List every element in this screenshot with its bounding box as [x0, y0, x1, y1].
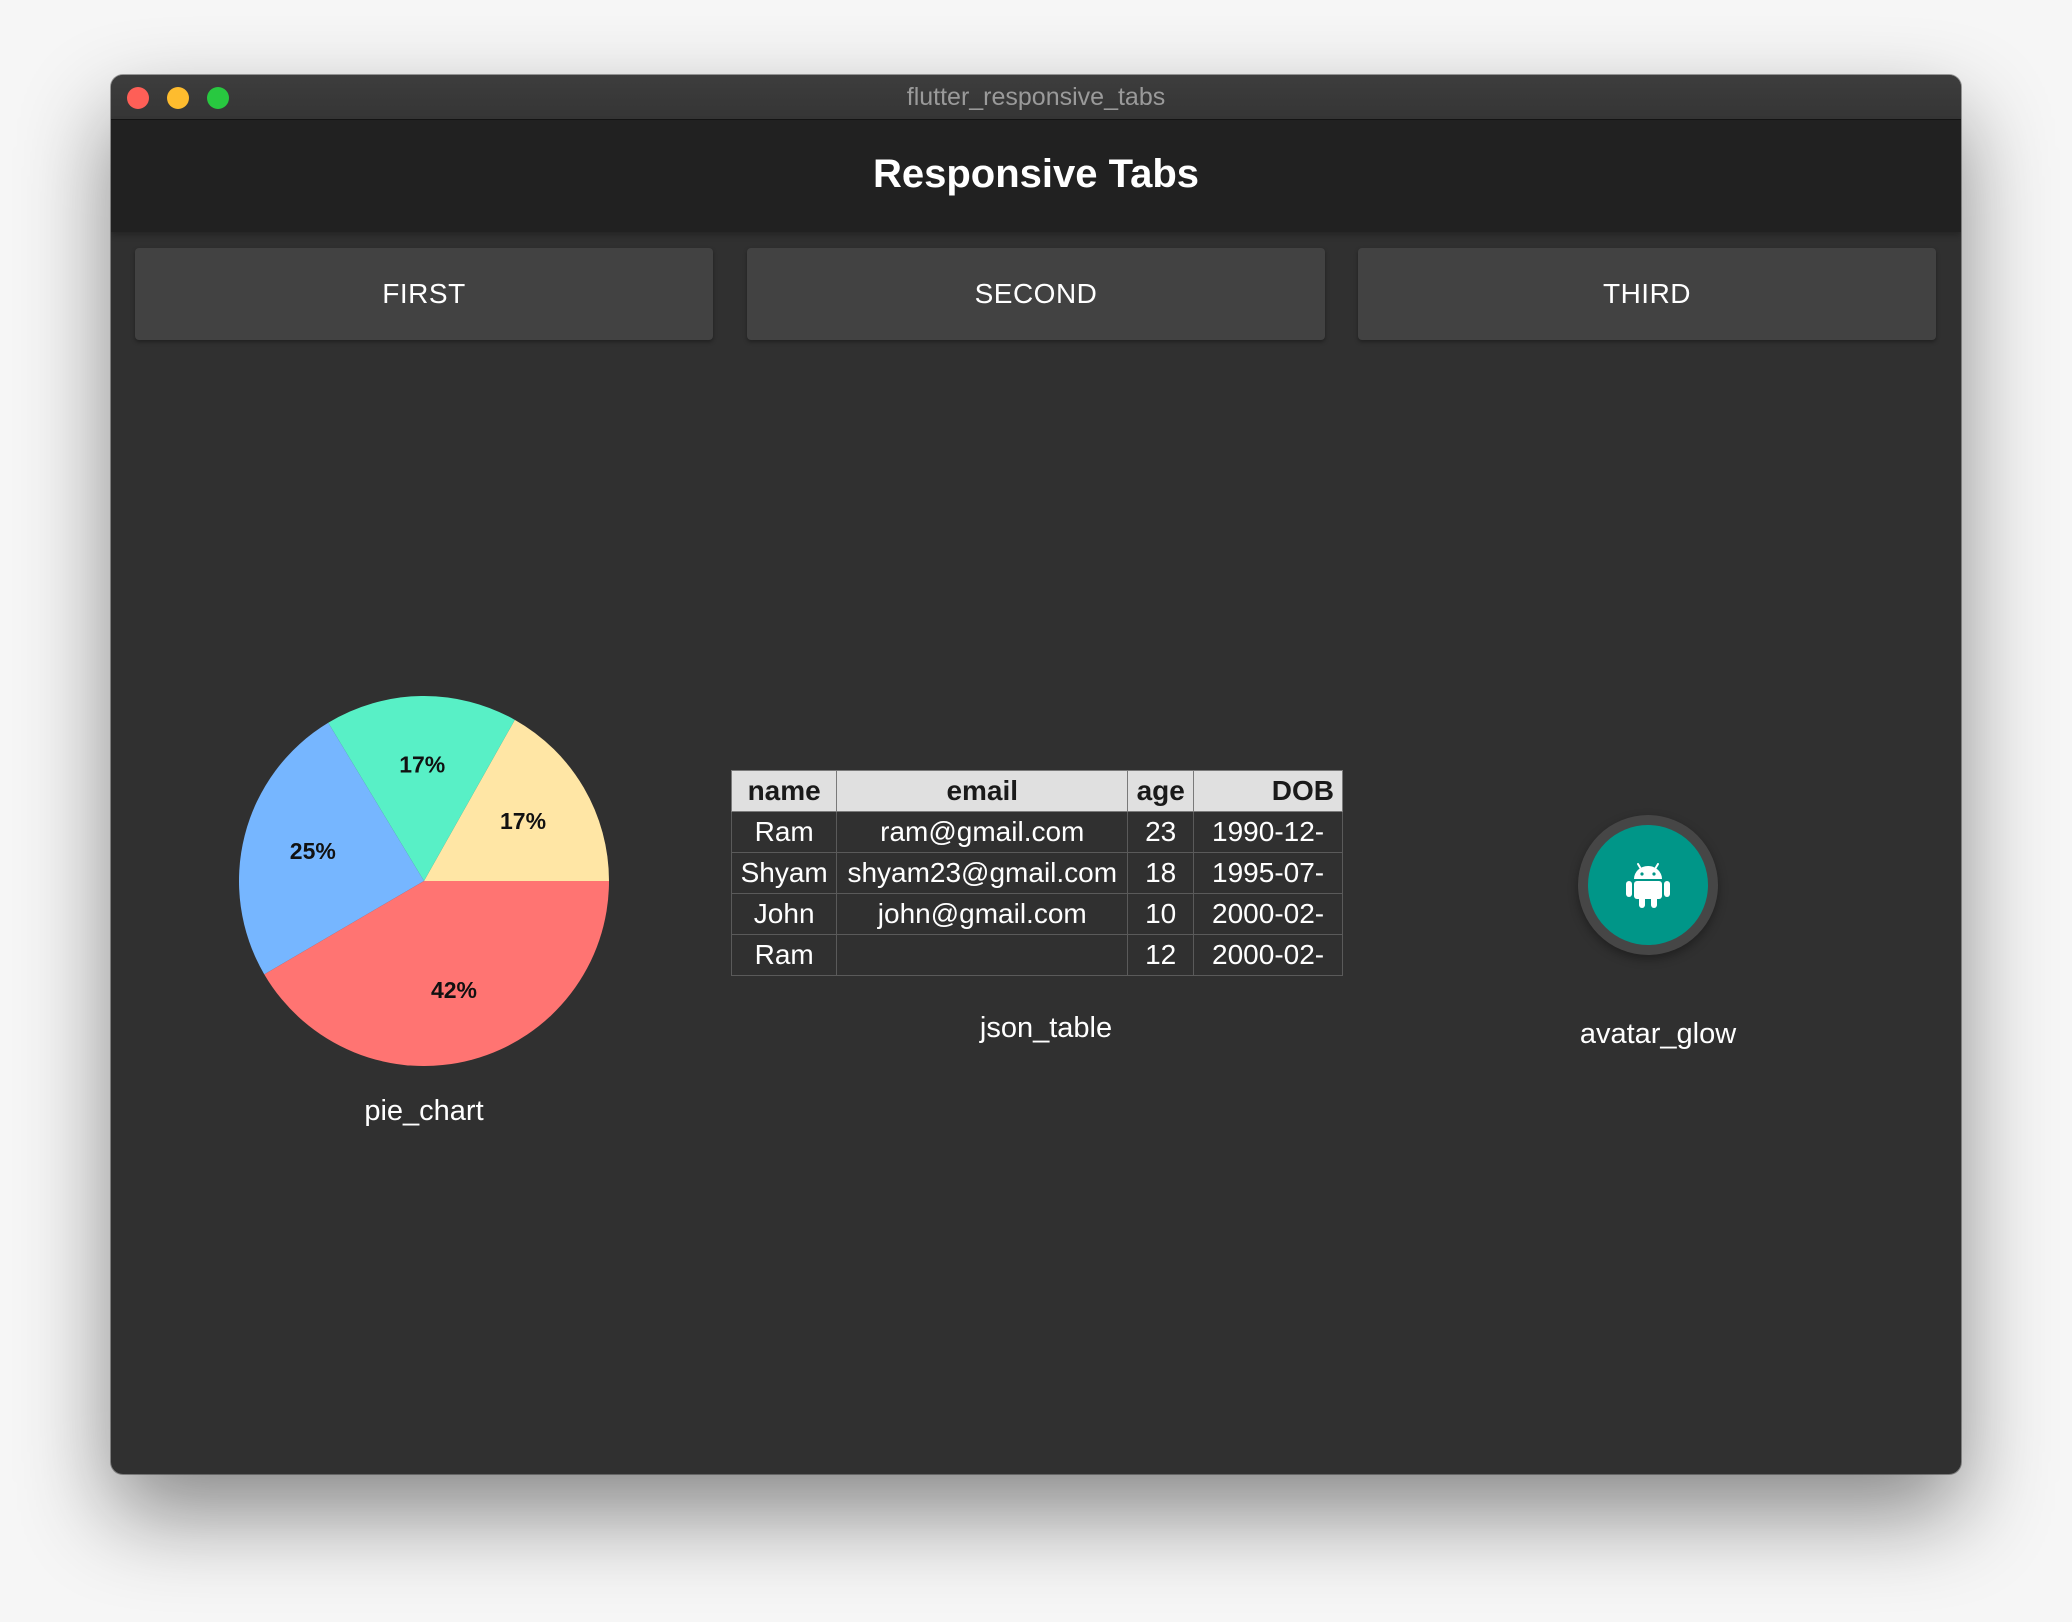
- cell-age: 10: [1127, 893, 1195, 935]
- cell-dob: 2000-02-: [1193, 893, 1343, 935]
- avatar[interactable]: [1588, 825, 1708, 945]
- tab-first[interactable]: FIRST: [135, 248, 713, 340]
- cell-email: [836, 934, 1129, 976]
- column-header-name[interactable]: name: [731, 770, 838, 812]
- pie-chart: 17% 17% 25% 42%: [239, 696, 609, 1066]
- column-header-email[interactable]: email: [836, 770, 1129, 812]
- pie-chart-caption: pie_chart: [364, 1095, 484, 1127]
- cell-dob: 2000-02-: [1193, 934, 1343, 976]
- cell-dob: 1990-12-: [1193, 811, 1343, 853]
- cell-name: John: [731, 893, 838, 935]
- table-row: Shyam shyam23@gmail.com 18 1995-07-: [731, 852, 1343, 894]
- pie-chart-svg: 17% 17% 25% 42%: [239, 696, 609, 1066]
- android-icon: [1626, 863, 1670, 908]
- cell-name: Ram: [731, 934, 838, 976]
- table-row: Ram ram@gmail.com 23 1990-12-: [731, 811, 1343, 853]
- cell-age: 12: [1127, 934, 1195, 976]
- avatar-glow[interactable]: [1578, 815, 1718, 955]
- cell-email: ram@gmail.com: [836, 811, 1129, 853]
- cell-dob: 1995-07-: [1193, 852, 1343, 894]
- tab-second[interactable]: SECOND: [747, 248, 1325, 340]
- app-window: flutter_responsive_tabs Responsive Tabs …: [111, 75, 1961, 1474]
- table-header-row: name email age DOB: [731, 770, 1343, 812]
- table-row: John john@gmail.com 10 2000-02-: [731, 893, 1343, 935]
- cell-age: 18: [1127, 852, 1195, 894]
- cell-age: 23: [1127, 811, 1195, 853]
- column-header-dob[interactable]: DOB: [1193, 770, 1343, 812]
- avatar-glow-caption: avatar_glow: [1579, 1018, 1737, 1050]
- pie-slice-label: 42%: [431, 977, 477, 1003]
- column-header-age[interactable]: age: [1127, 770, 1195, 812]
- pie-slice-label: 17%: [399, 751, 445, 777]
- tab-third[interactable]: THIRD: [1358, 248, 1936, 340]
- cell-email: john@gmail.com: [836, 893, 1129, 935]
- app-bar: Responsive Tabs: [111, 120, 1961, 232]
- pie-slice-label: 25%: [290, 838, 336, 864]
- pie-slice-label: 17%: [500, 808, 546, 834]
- page-title: Responsive Tabs: [872, 152, 1200, 196]
- title-bar: flutter_responsive_tabs: [111, 75, 1961, 120]
- cell-email: shyam23@gmail.com: [836, 852, 1129, 894]
- table-row: Ram 12 2000-02-: [731, 934, 1343, 976]
- json-table: name email age DOB Ram ram@gmail.com 23 …: [731, 770, 1343, 980]
- cell-name: Shyam: [731, 852, 838, 894]
- cell-name: Ram: [731, 811, 838, 853]
- window-title: flutter_responsive_tabs: [906, 83, 1166, 111]
- json-table-caption: json_table: [979, 1012, 1113, 1044]
